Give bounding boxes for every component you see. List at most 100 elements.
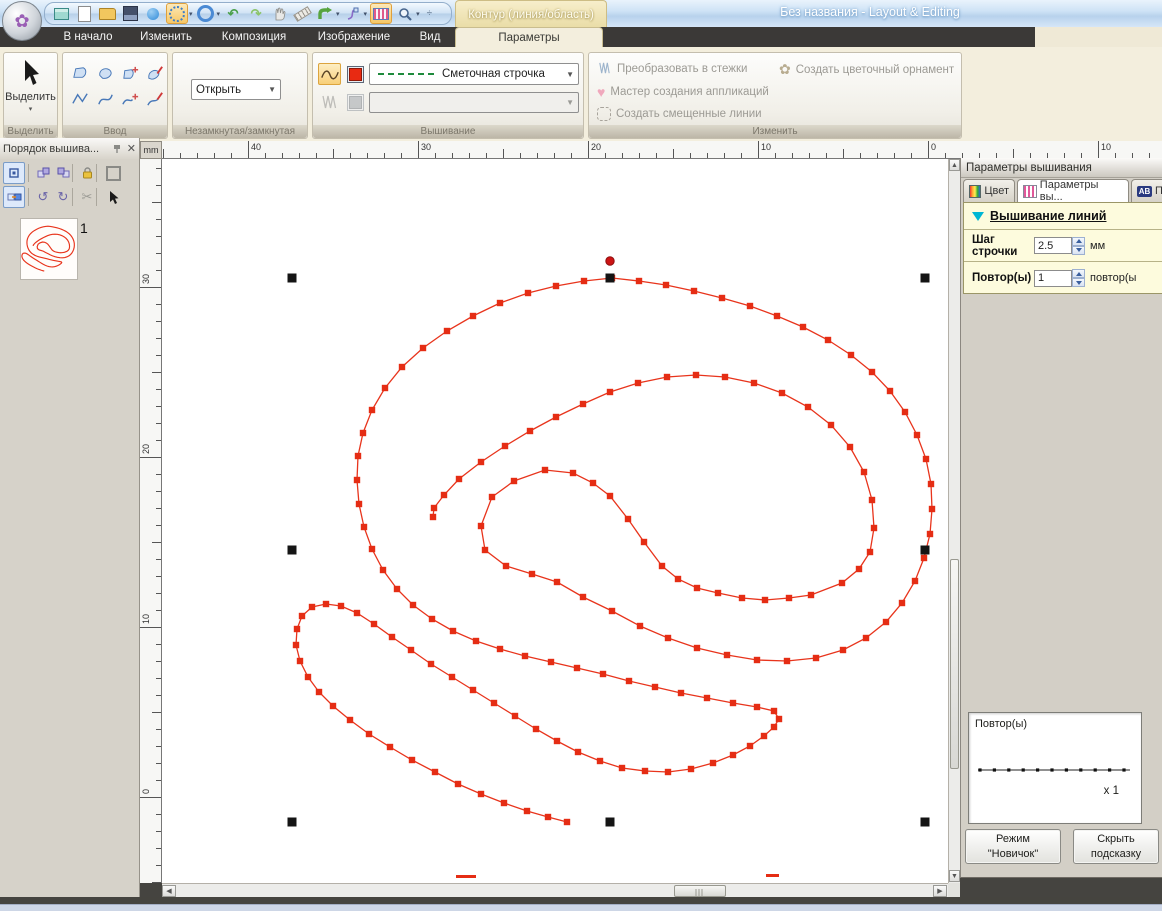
undo-icon[interactable]: ↶ (223, 4, 243, 23)
app-menu-button[interactable]: ✿ (2, 1, 42, 41)
stitch-parameters-header: Параметры вышивания (961, 158, 1162, 178)
color-spool-icon (969, 185, 981, 198)
stitch-object-thumbnail[interactable] (20, 218, 78, 280)
closed-brush-tool[interactable] (144, 62, 167, 84)
stitch-params-icon (1023, 185, 1037, 198)
create-offset-lines-item[interactable]: Создать смещенные линии (597, 107, 762, 121)
move-forward-icon[interactable] (52, 162, 74, 184)
closed-shape-tool[interactable] (69, 62, 92, 84)
svg-text:30: 30 (421, 142, 431, 152)
stitch-file-icon[interactable] (370, 3, 392, 24)
svg-text:10: 10 (141, 614, 151, 624)
move-back-icon[interactable] (32, 162, 54, 184)
select-tool-button[interactable] (20, 59, 42, 87)
close-icon[interactable]: ✕ (127, 142, 136, 155)
cut-icon[interactable]: ✂ (76, 186, 98, 208)
closed-curve-tool[interactable] (94, 62, 117, 84)
convert-to-stitches-item[interactable]: Преобразовать в стежки (597, 61, 747, 76)
circle-fill-icon[interactable] (143, 4, 163, 23)
hoop-arrow-icon[interactable] (315, 4, 335, 23)
group-open-closed: Открыть ▼ Незамкнутая/замкнутая (172, 52, 308, 139)
pin-icon[interactable] (113, 144, 121, 154)
fit-selection-icon[interactable] (3, 162, 25, 184)
pan-hand-icon[interactable] (269, 4, 289, 23)
curve-node-dropdown[interactable]: ▾ (364, 10, 368, 18)
fill-stitch-icon (320, 94, 340, 111)
create-floral-ornament-item[interactable]: ✿ Создать цветочный орнамент (779, 61, 954, 78)
tab-stitch-parameters[interactable]: Параметры вы... (1017, 179, 1129, 202)
tab-parametry-active[interactable]: Параметры (455, 27, 603, 47)
closed-shape-plus-tool[interactable] (119, 62, 142, 84)
line-stitch-dropdown[interactable]: Сметочная строчка ▼ (369, 63, 579, 85)
scroll-right-icon[interactable]: ▶ (933, 885, 947, 897)
design-canvas[interactable] (162, 159, 948, 883)
design-window-icon[interactable] (51, 4, 71, 23)
repeats-unit: повтор(ы (1090, 272, 1136, 284)
applique-wizard-item[interactable]: ♥ Мастер создания аппликаций (597, 84, 769, 100)
circle-outline-dropdown[interactable]: ▾ (217, 10, 221, 18)
new-document-icon[interactable] (74, 4, 94, 23)
horizontal-scroll-thumb[interactable] (674, 885, 726, 897)
scroll-up-icon[interactable]: ▲ (949, 159, 960, 171)
vertical-scroll-thumb[interactable] (950, 559, 959, 769)
svg-text:0: 0 (931, 142, 936, 152)
fill-stitch-dropdown-disabled[interactable]: ▼ (369, 92, 579, 113)
fill-stitch-type-button[interactable] (318, 91, 341, 113)
select-arrow-icon[interactable] (102, 186, 124, 208)
rotate-cw-icon[interactable]: ↻ (52, 186, 74, 208)
zoom-icon[interactable] (395, 4, 415, 23)
tab-color[interactable]: Цвет (963, 179, 1015, 202)
collapse-triangle-icon (972, 212, 984, 221)
resequence-color-icon[interactable] (3, 186, 25, 208)
open-brush-tool[interactable] (144, 88, 167, 110)
line-stitch-type-button[interactable] (318, 63, 341, 85)
repeats-stepper[interactable] (1072, 269, 1085, 287)
scroll-left-icon[interactable]: ◀ (162, 885, 176, 897)
save-icon[interactable] (120, 4, 140, 23)
repeats-input[interactable]: 1 (1034, 270, 1072, 287)
tab-izmenit[interactable]: Изменить (130, 27, 202, 47)
fill-thread-color-button[interactable] (344, 91, 367, 113)
scroll-down-icon[interactable]: ▼ (949, 870, 960, 882)
select-dropdown-caret[interactable]: ▾ (29, 105, 33, 113)
create-floral-ornament-label: Создать цветочный орнамент (796, 64, 954, 76)
tab-vid[interactable]: Вид (408, 27, 452, 47)
open-closed-value: Открыть (196, 84, 241, 96)
measure-ruler-icon[interactable] (292, 4, 312, 23)
contextual-document-tab[interactable]: Контур (линия/область) (455, 0, 607, 28)
canvas-horizontal-scrollbar[interactable]: ◀ ▶ (162, 883, 948, 897)
rotate-ccw-icon[interactable]: ↺ (32, 186, 54, 208)
zoom-dropdown[interactable]: ▾ (416, 10, 420, 18)
open-line-tool[interactable] (69, 88, 92, 110)
open-closed-dropdown[interactable]: Открыть ▼ (191, 79, 281, 100)
tab-kompozitsiya[interactable]: Композиция (208, 27, 300, 47)
stitch-length-input[interactable]: 2.5 (1034, 237, 1072, 254)
stitch-swirl-icon[interactable] (166, 3, 188, 24)
tab-izobrazhenie[interactable]: Изображение (306, 27, 402, 47)
tab-lettering[interactable]: АВ Па (1131, 179, 1162, 202)
novice-mode-button[interactable]: Режим "Новичок" (965, 829, 1061, 864)
redo-icon[interactable]: ↷ (246, 4, 266, 23)
section-header-row[interactable]: Вышивание линий (964, 203, 1162, 229)
canvas-vertical-scrollbar[interactable]: ▲ ▼ (948, 159, 960, 883)
hoop-icon[interactable] (102, 162, 124, 184)
stitch-swirl-dropdown[interactable]: ▾ (189, 10, 193, 18)
group-open-closed-caption: Незамкнутая/замкнутая (173, 125, 307, 138)
stitch-length-stepper[interactable] (1072, 237, 1085, 255)
repeat-line-preview (974, 755, 1134, 785)
open-curve-plus-tool[interactable] (119, 88, 142, 110)
circle-outline-icon[interactable] (196, 4, 216, 23)
group-modify: Преобразовать в стежки ✿ Создать цветочн… (588, 52, 962, 139)
toolbar-overflow-icon[interactable]: ÷ (427, 8, 433, 19)
hide-hint-button[interactable]: Скрыть подсказку (1073, 829, 1159, 864)
curve-node-icon[interactable] (343, 4, 363, 23)
lock-icon[interactable] (76, 162, 98, 184)
select-arrow-icon (20, 59, 42, 87)
ab-lettering-icon: АВ (1137, 186, 1152, 197)
open-folder-icon[interactable] (97, 4, 117, 23)
hoop-arrow-dropdown[interactable]: ▾ (336, 10, 340, 18)
run-stitch-sample-icon (378, 73, 434, 75)
tab-v-nachalo[interactable]: В начало (48, 27, 128, 47)
line-thread-color-button[interactable] (344, 63, 367, 85)
open-curve-tool[interactable] (94, 88, 117, 110)
